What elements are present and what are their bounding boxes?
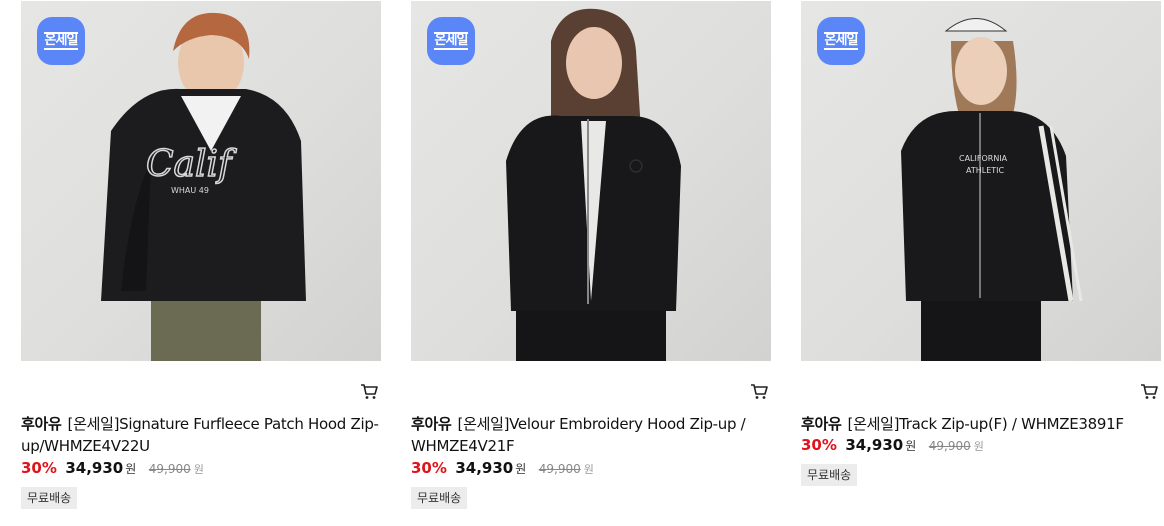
free-shipping-badge: 무료배송 — [411, 487, 468, 509]
original-price: 49,900 — [148, 462, 191, 476]
cart-icon[interactable] — [359, 381, 379, 401]
original-price: 49,900 — [928, 439, 971, 453]
garment-graphic-text: Calif — [146, 144, 237, 185]
onsale-badge: 온세일 — [817, 17, 865, 65]
onsale-badge: 온세일 — [427, 17, 475, 65]
original-price: 49,900 — [538, 462, 581, 476]
sale-price: 34,930 — [455, 459, 514, 477]
product-name: [온세일]Signature Furfleece Patch Hood Zip-… — [21, 415, 379, 455]
brand-name: 후아유 — [801, 415, 842, 433]
garment-graphic-sub: WHAU 49 — [171, 186, 209, 195]
product-title[interactable]: 후아유 [온세일]Signature Furfleece Patch Hood Z… — [21, 413, 379, 457]
sale-price: 34,930 — [845, 436, 904, 454]
sale-price: 34,930 — [65, 459, 124, 477]
price-unit: 원 — [515, 462, 527, 476]
product-name: [온세일]Velour Embroidery Hood Zip-up / WHM… — [411, 415, 746, 455]
original-price-unit: 원 — [193, 463, 204, 476]
price-row: 30% 34,930 원 49,900 원 — [801, 436, 984, 454]
original-price-unit: 원 — [973, 440, 984, 453]
product-title[interactable]: 후아유 [온세일]Track Zip-up(F) / WHMZE3891F — [801, 413, 1159, 435]
garment-graphic-text: CALIFORNIA — [959, 154, 1008, 163]
free-shipping-badge: 무료배송 — [801, 464, 858, 486]
cart-icon[interactable] — [749, 381, 769, 401]
price-row: 30% 34,930 원 49,900 원 — [21, 459, 204, 477]
cart-icon[interactable] — [1139, 381, 1159, 401]
free-shipping-badge: 무료배송 — [21, 487, 78, 509]
brand-name: 후아유 — [411, 415, 452, 433]
price-unit: 원 — [905, 439, 917, 453]
original-price-unit: 원 — [583, 463, 594, 476]
discount-rate: 30% — [801, 436, 837, 454]
discount-rate: 30% — [21, 459, 57, 477]
garment-graphic-sub: ATHLETIC — [966, 166, 1005, 175]
onsale-badge: 온세일 — [37, 17, 85, 65]
price-row: 30% 34,930 원 49,900 원 — [411, 459, 594, 477]
product-image[interactable]: 온세일 — [411, 1, 771, 361]
discount-rate: 30% — [411, 459, 447, 477]
brand-name: 후아유 — [21, 415, 62, 433]
product-name: [온세일]Track Zip-up(F) / WHMZE3891F — [847, 415, 1124, 433]
price-unit: 원 — [125, 462, 137, 476]
product-image[interactable]: Calif WHAU 49 온세일 — [21, 1, 381, 361]
product-title[interactable]: 후아유 [온세일]Velour Embroidery Hood Zip-up / … — [411, 413, 769, 457]
product-image[interactable]: CALIFORNIA ATHLETIC 온세일 — [801, 1, 1161, 361]
